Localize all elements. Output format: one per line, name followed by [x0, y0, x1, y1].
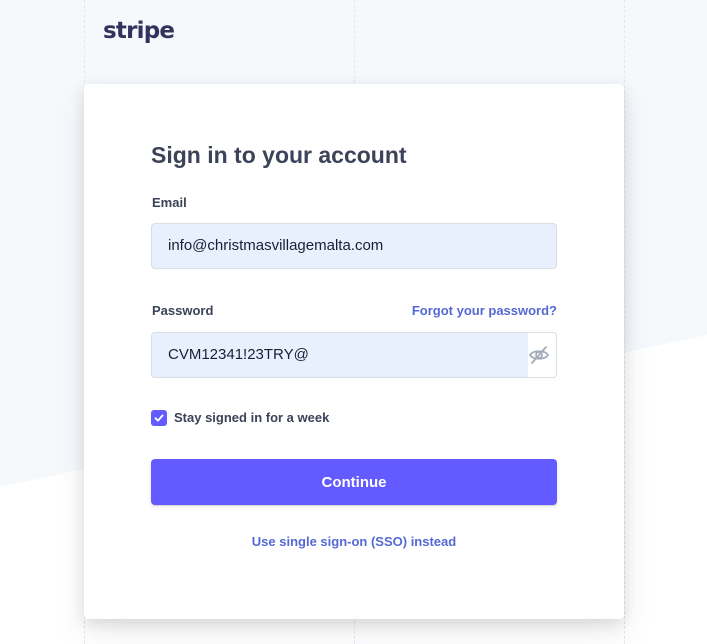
email-label: Email — [152, 195, 187, 210]
checkmark-icon — [154, 414, 164, 422]
signin-card: Sign in to your account Email info@chris… — [84, 84, 624, 619]
password-label: Password — [152, 303, 214, 318]
password-input-wrapper: CVM12341!23TRY@ — [151, 332, 557, 378]
page-title: Sign in to your account — [151, 142, 407, 168]
password-field[interactable]: CVM12341!23TRY@ — [152, 333, 528, 377]
guide-line — [624, 0, 625, 644]
stay-signed-in-label[interactable]: Stay signed in for a week — [174, 410, 329, 425]
eye-slash-icon[interactable] — [528, 344, 550, 366]
forgot-password-link[interactable]: Forgot your password? — [412, 303, 557, 318]
sso-link[interactable]: Use single sign-on (SSO) instead — [84, 534, 624, 549]
continue-button[interactable]: Continue — [151, 459, 557, 505]
stay-signed-in-checkbox[interactable] — [151, 410, 167, 426]
email-field[interactable]: info@christmasvillagemalta.com — [151, 223, 557, 269]
stripe-logo: stripe — [103, 18, 175, 44]
